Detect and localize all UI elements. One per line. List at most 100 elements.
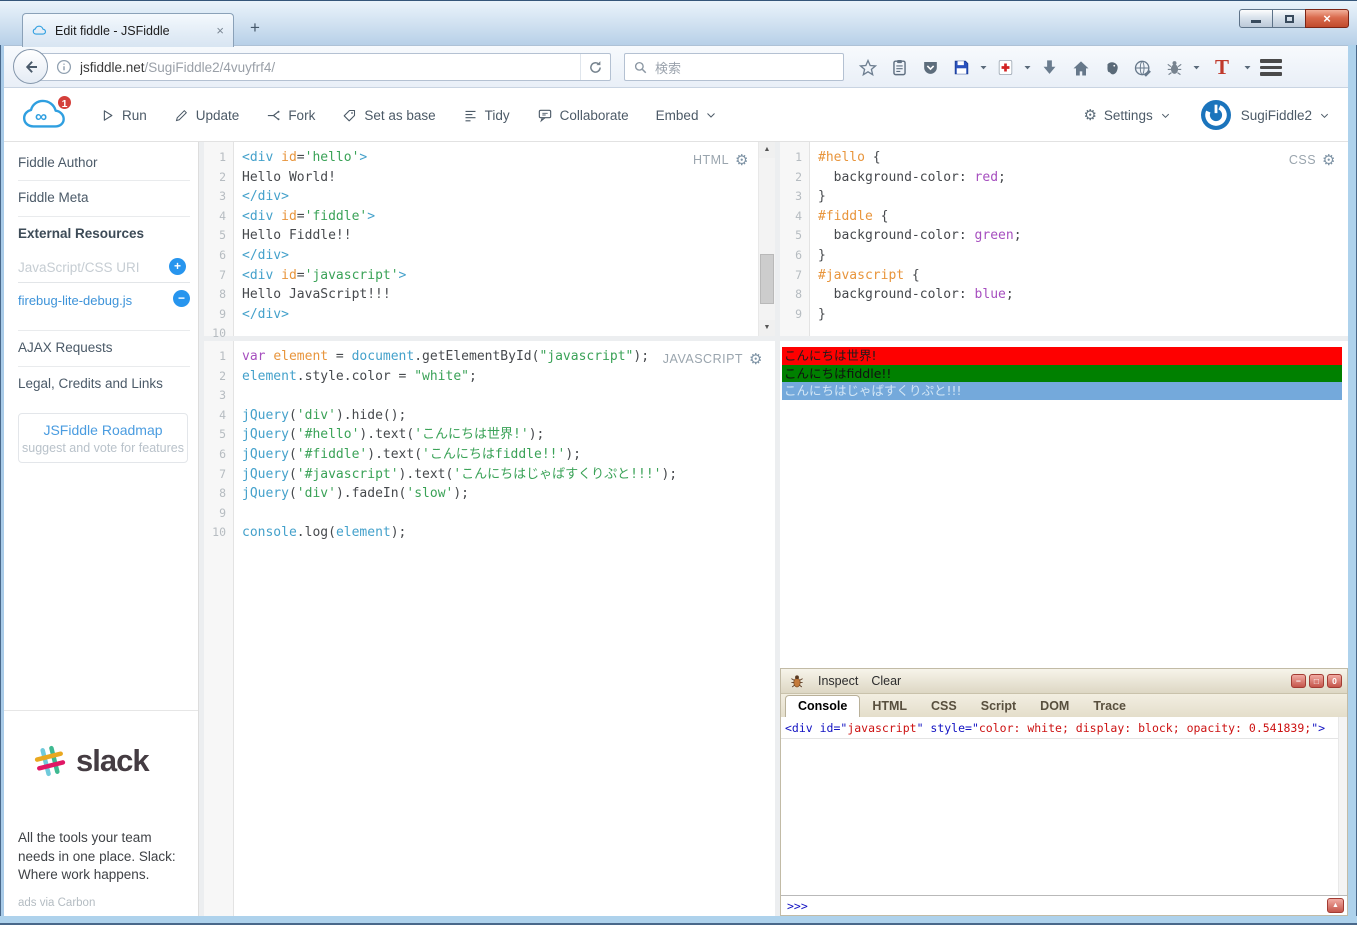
bookmark-add-icon[interactable]: [996, 58, 1015, 77]
tab-title: Edit fiddle - JSFiddle: [55, 24, 216, 38]
settings-menu[interactable]: ⚙ Settings: [1083, 106, 1170, 124]
sidebar-item-fiddle-meta[interactable]: Fiddle Meta: [18, 190, 89, 205]
fork-icon: [266, 108, 281, 123]
firebug-addon-icon[interactable]: [1165, 58, 1184, 77]
run-icon: [100, 108, 115, 123]
dropdown-icon[interactable]: [1023, 63, 1032, 72]
maximize-button[interactable]: [1272, 9, 1306, 28]
roadmap-link[interactable]: JSFiddle Roadmap: [19, 422, 187, 438]
tidy-button[interactable]: Tidy: [463, 108, 510, 123]
embed-button[interactable]: Embed: [656, 108, 718, 123]
pocket-icon[interactable]: [921, 58, 940, 77]
sidebar-item-ajax-requests[interactable]: AJAX Requests: [18, 340, 113, 355]
update-button[interactable]: Update: [174, 108, 240, 123]
header-right: ⚙ Settings SugiFiddle2: [1083, 88, 1330, 142]
firebug-command-line[interactable]: >>> ▲: [781, 895, 1347, 915]
divider: [18, 216, 190, 217]
scrollbar-thumb[interactable]: [760, 254, 774, 304]
scrollbar[interactable]: [1338, 717, 1347, 895]
tab-favicon-icon: [32, 24, 48, 37]
resource-link[interactable]: firebug-lite-debug.js: [18, 293, 132, 308]
action-label: Collaborate: [560, 108, 629, 123]
javascript-code-area[interactable]: var element = document.getElementById("j…: [242, 347, 755, 916]
tag-icon: [342, 108, 357, 123]
action-label: Tidy: [485, 108, 510, 123]
firebug-inspect-menu[interactable]: Inspect: [818, 674, 858, 688]
navigation-toolbar: jsfiddle.net/SugiFiddle2/4vuyfrf4/ 検索 T: [4, 45, 1348, 88]
firebug-tab-html[interactable]: HTML: [860, 696, 919, 717]
text-tool-icon[interactable]: T: [1209, 55, 1235, 80]
titlebar: Edit fiddle - JSFiddle × + ×: [0, 0, 1357, 45]
set-as-base-button[interactable]: Set as base: [342, 108, 435, 123]
firefox-window: Edit fiddle - JSFiddle × + × jsfiddle.ne…: [0, 0, 1357, 925]
firebug-panel: Inspect Clear −□0 ConsoleHTMLCSSScriptDO…: [780, 668, 1348, 916]
remove-resource-button[interactable]: −: [173, 290, 190, 307]
roadmap-subtitle: suggest and vote for features: [19, 441, 187, 455]
save-icon[interactable]: [952, 58, 971, 77]
site-info-icon[interactable]: [56, 59, 72, 75]
home-icon[interactable]: [1071, 58, 1091, 78]
ad-unit[interactable]: slack All the tools your team needs in o…: [4, 710, 198, 916]
jsfiddle-logo[interactable]: ∞ 1: [20, 96, 76, 136]
panel-settings-gear-icon[interactable]: ⚙: [1322, 151, 1336, 169]
firebug-detach-button[interactable]: □: [1309, 674, 1324, 688]
dropdown-icon[interactable]: [1192, 63, 1201, 72]
scroll-up-icon[interactable]: ▲: [759, 142, 775, 158]
url-text[interactable]: jsfiddle.net/SugiFiddle2/4vuyfrf4/: [80, 60, 580, 75]
scroll-down-icon[interactable]: ▼: [759, 320, 775, 336]
browser-tab[interactable]: Edit fiddle - JSFiddle ×: [22, 13, 234, 47]
search-bar[interactable]: 検索: [624, 53, 844, 81]
fork-button[interactable]: Fork: [266, 108, 315, 123]
new-tab-button[interactable]: +: [250, 18, 260, 38]
ad-attribution[interactable]: ads via Carbon: [18, 897, 95, 909]
minimize-button[interactable]: [1239, 9, 1273, 28]
firebug-tab-console[interactable]: Console: [785, 695, 860, 717]
firebug-tab-dom[interactable]: DOM: [1028, 696, 1081, 717]
sidebar-item-legal[interactable]: Legal, Credits and Links: [18, 376, 163, 391]
add-resource-button[interactable]: +: [169, 258, 186, 275]
result-frame: こんにちは世界!こんにちはfiddle!!こんにちはじゃばすくりぷと!!!: [780, 341, 1348, 668]
tab-close-icon[interactable]: ×: [216, 23, 224, 38]
css-code-area[interactable]: #hello { background-color: red;}#fiddle …: [818, 148, 1328, 336]
close-button[interactable]: ×: [1305, 9, 1349, 28]
panel-settings-gear-icon[interactable]: ⚙: [749, 350, 763, 368]
firebug-bug-icon[interactable]: [789, 673, 805, 689]
dropdown-icon[interactable]: [979, 63, 988, 72]
evernote-icon[interactable]: [1103, 59, 1121, 77]
share-globe-icon[interactable]: [1133, 58, 1153, 78]
back-button[interactable]: [13, 49, 48, 84]
user-menu[interactable]: SugiFiddle2: [1241, 108, 1330, 123]
console-log-entry[interactable]: <div id="javascript" style="color: white…: [781, 717, 1347, 739]
firebug-tab-script[interactable]: Script: [969, 696, 1028, 717]
collaborate-button[interactable]: Collaborate: [537, 107, 629, 123]
window-border: [1348, 45, 1357, 925]
firebug-tabbar: ConsoleHTMLCSSScriptDOMTrace: [781, 694, 1347, 717]
bookmark-star-icon[interactable]: [858, 58, 878, 78]
menu-icon[interactable]: [1260, 56, 1282, 79]
sidebar-item-fiddle-author[interactable]: Fiddle Author: [18, 155, 98, 170]
resource-uri-input[interactable]: JavaScript/CSS URI: [18, 260, 140, 275]
firebug-off-button[interactable]: 0: [1327, 674, 1342, 688]
expand-command-button[interactable]: ▲: [1327, 898, 1344, 913]
scrollbar[interactable]: ▲ ▼: [758, 142, 775, 336]
run-button[interactable]: Run: [100, 108, 147, 123]
divider: [18, 180, 190, 181]
reload-icon[interactable]: [580, 54, 610, 80]
avatar[interactable]: [1201, 100, 1231, 130]
firebug-tab-css[interactable]: CSS: [919, 696, 969, 717]
console-prompt[interactable]: >>>: [787, 899, 808, 913]
notification-badge[interactable]: 1: [56, 94, 73, 111]
url-bar[interactable]: jsfiddle.net/SugiFiddle2/4vuyfrf4/: [31, 53, 611, 81]
firebug-minimize-button[interactable]: −: [1291, 674, 1306, 688]
toolbar-icons: T: [852, 46, 1288, 89]
roadmap-box[interactable]: JSFiddle Roadmap suggest and vote for fe…: [18, 413, 188, 463]
clipboard-icon[interactable]: [890, 58, 909, 77]
dropdown-icon[interactable]: [1243, 63, 1252, 72]
search-placeholder: 検索: [655, 58, 681, 77]
css-editor-panel: CSS ⚙ 123456789 #hello { background-colo…: [780, 142, 1348, 336]
firebug-clear-menu[interactable]: Clear: [871, 674, 901, 688]
panel-settings-gear-icon[interactable]: ⚙: [735, 151, 749, 169]
download-icon[interactable]: [1040, 58, 1059, 77]
html-code-area[interactable]: <div id='hello'>Hello World!</div><div i…: [242, 148, 753, 336]
firebug-tab-trace[interactable]: Trace: [1081, 696, 1138, 717]
